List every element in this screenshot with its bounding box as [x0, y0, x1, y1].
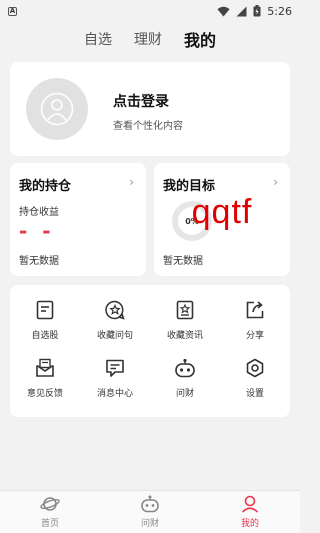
- menu-item-saved-news[interactable]: 收藏资讯: [150, 299, 220, 341]
- notification-icon: A: [8, 6, 17, 16]
- menu-label: 问财: [175, 389, 194, 399]
- menu-label: 设置: [245, 389, 264, 399]
- nav-label: 首页: [40, 519, 59, 529]
- message-icon: [104, 357, 126, 379]
- planet-icon: [40, 497, 60, 511]
- avatar[interactable]: [26, 78, 88, 140]
- holdings-profit-value: - -: [19, 219, 55, 243]
- status-time: 5:26: [267, 4, 292, 18]
- tab-mine[interactable]: 我的: [184, 27, 216, 51]
- chevron-right-icon: ›: [129, 175, 134, 189]
- robot-icon: [141, 495, 159, 513]
- bottom-nav: 首页 问财 我的: [0, 490, 300, 533]
- login-title[interactable]: 点击登录: [113, 91, 169, 111]
- menu-item-saved-questions[interactable]: 收藏问句: [80, 299, 150, 341]
- goal-title: 我的目标: [163, 179, 216, 194]
- settings-hexagon-icon: [244, 357, 266, 379]
- top-tabs: 自选 理财 我的: [0, 26, 300, 52]
- watchlist-icon: [34, 299, 56, 321]
- menu-grid: 自选股 收藏问句 收藏资讯 分享 意见反馈 消息中心 问财 设置: [10, 299, 290, 399]
- robot-icon: [174, 357, 196, 379]
- menu-label: 自选股: [31, 331, 59, 341]
- goal-empty-text: 暂无数据: [163, 256, 203, 267]
- star-document-icon: [174, 299, 196, 321]
- nav-item-home[interactable]: 首页: [0, 491, 100, 533]
- tab-watchlist[interactable]: 自选: [84, 29, 112, 49]
- holdings-card[interactable]: 我的持仓 › 持仓收益 - - 暂无数据: [10, 163, 146, 276]
- menu-label: 收藏资讯: [166, 331, 203, 341]
- menu-label: 意见反馈: [26, 389, 63, 399]
- login-subtitle: 查看个性化内容: [113, 121, 183, 132]
- holdings-empty-text: 暂无数据: [19, 256, 59, 267]
- nav-item-wencai[interactable]: 问财: [100, 491, 200, 533]
- menu-item-settings[interactable]: 设置: [220, 357, 290, 399]
- menu-card: 自选股 收藏问句 收藏资讯 分享 意见反馈 消息中心 问财 设置: [10, 285, 290, 417]
- menu-label: 收藏问句: [96, 331, 133, 341]
- wifi-icon: [217, 6, 230, 16]
- chevron-right-icon: ›: [273, 175, 278, 189]
- menu-item-feedback[interactable]: 意见反馈: [10, 357, 80, 399]
- tab-wealth[interactable]: 理财: [134, 29, 162, 49]
- nav-label: 我的: [240, 519, 259, 529]
- watermark-text: qqtf: [191, 193, 253, 231]
- person-avatar-icon: [40, 92, 74, 126]
- signal-icon: [236, 6, 247, 16]
- holdings-title: 我的持仓: [19, 179, 72, 194]
- menu-label: 分享: [245, 331, 264, 341]
- goal-card[interactable]: 我的目标 › 0% qqtf 暂无数据: [154, 163, 290, 276]
- holdings-profit-label: 持仓收益: [19, 207, 59, 218]
- feedback-mail-icon: [34, 357, 56, 379]
- person-icon: [241, 495, 259, 513]
- menu-item-watchlist[interactable]: 自选股: [10, 299, 80, 341]
- status-bar: A 5:26: [0, 0, 300, 22]
- menu-label: 消息中心: [96, 389, 133, 399]
- menu-item-wencai[interactable]: 问财: [150, 357, 220, 399]
- login-card[interactable]: 点击登录 查看个性化内容: [10, 62, 290, 156]
- star-bubble-icon: [104, 299, 126, 321]
- nav-item-mine[interactable]: 我的: [200, 491, 300, 533]
- share-icon: [244, 299, 266, 321]
- nav-label: 问财: [140, 519, 159, 529]
- battery-icon: [253, 5, 261, 17]
- menu-item-messages[interactable]: 消息中心: [80, 357, 150, 399]
- menu-item-share[interactable]: 分享: [220, 299, 290, 341]
